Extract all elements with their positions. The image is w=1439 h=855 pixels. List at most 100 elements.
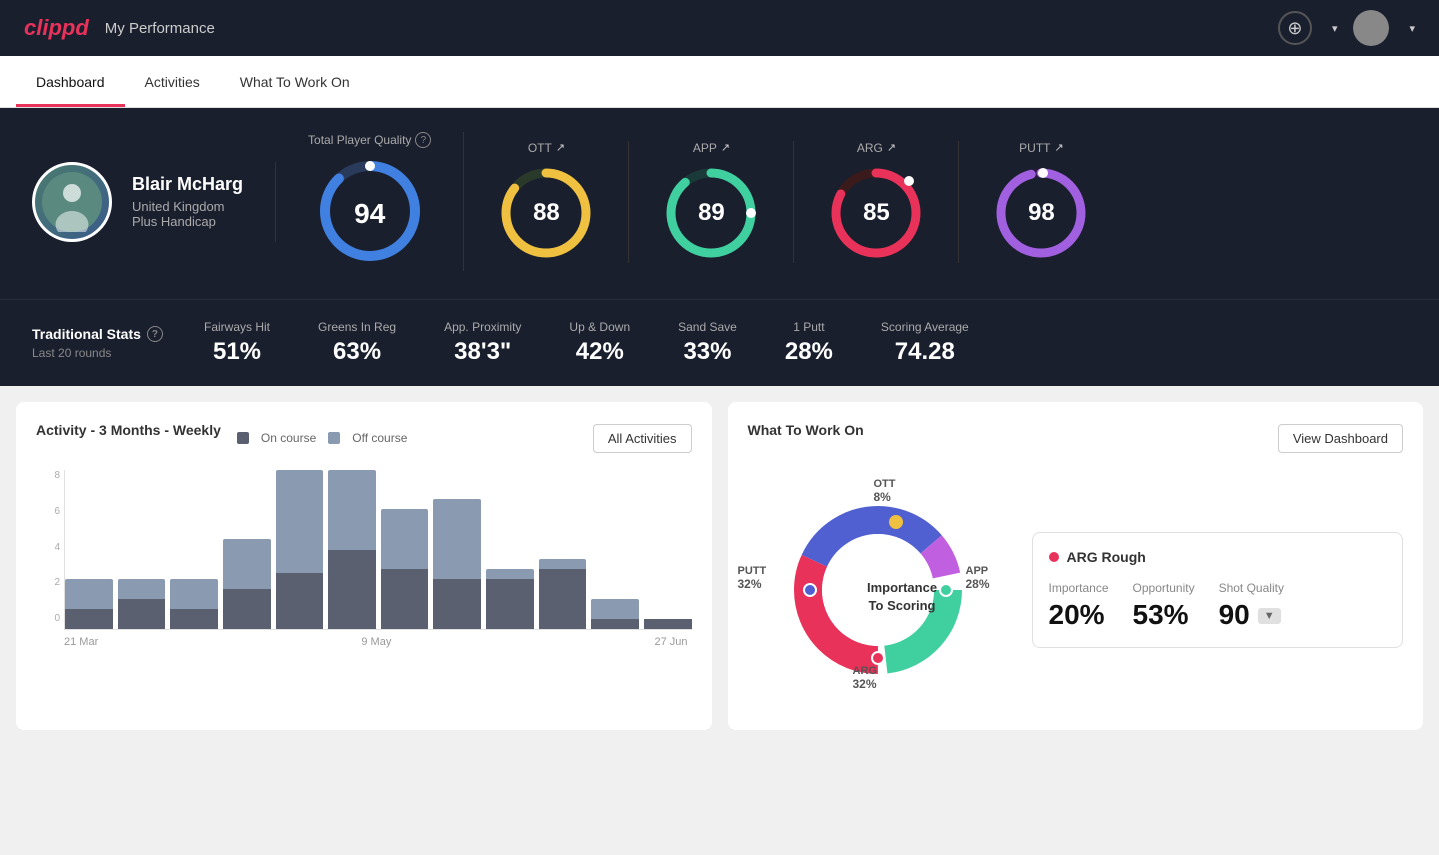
wtwo-detail-card: ARG Rough Importance 20% Opportunity 53%… bbox=[1032, 532, 1404, 648]
score-cards: OTT ↗ 88 APP ↗ bbox=[464, 141, 1123, 263]
ott-ring: 88 bbox=[496, 163, 596, 263]
putt-donut-label: PUTT32% bbox=[738, 565, 767, 591]
score-label-app: APP ↗ bbox=[693, 141, 730, 155]
stat-label: Up & Down bbox=[569, 320, 630, 334]
stat-fairways-hit: Fairways Hit 51% bbox=[204, 320, 270, 366]
bar-on bbox=[328, 550, 376, 630]
wtwo-stat-label: Shot Quality bbox=[1219, 581, 1284, 595]
add-button[interactable]: ⊕ bbox=[1278, 11, 1312, 45]
stat-greens-in-reg: Greens In Reg 63% bbox=[318, 320, 396, 366]
putt-ring: 98 bbox=[991, 163, 1091, 263]
stat-label: Greens In Reg bbox=[318, 320, 396, 334]
stat-label: Fairways Hit bbox=[204, 320, 270, 334]
info-icon[interactable]: ? bbox=[415, 132, 431, 148]
scores-section: Total Player Quality ? 94 OTT bbox=[276, 132, 1407, 271]
tab-dashboard[interactable]: Dashboard bbox=[16, 56, 125, 107]
stat-value: 74.28 bbox=[895, 338, 955, 366]
bar-on bbox=[223, 589, 271, 629]
bar-group bbox=[381, 470, 429, 629]
activity-panel-title: Activity - 3 Months - Weekly bbox=[36, 422, 221, 438]
bar-on bbox=[276, 573, 324, 629]
shot-quality-badge: ▼ bbox=[1258, 608, 1281, 624]
player-avatar bbox=[32, 162, 112, 242]
trad-label-title: Traditional Stats ? bbox=[32, 326, 172, 342]
player-country: United Kingdom bbox=[132, 199, 243, 214]
putt-value: 98 bbox=[1028, 199, 1055, 227]
bar-on bbox=[644, 619, 692, 629]
wtwo-stat-label: Opportunity bbox=[1133, 581, 1195, 595]
header-left: clippd My Performance bbox=[24, 15, 215, 41]
player-info: Blair McHarg United Kingdom Plus Handica… bbox=[32, 162, 276, 242]
stat-value: 38'3" bbox=[454, 338, 511, 366]
trad-stats-list: Fairways Hit 51% Greens In Reg 63% App. … bbox=[204, 320, 1407, 366]
hero-section: Blair McHarg United Kingdom Plus Handica… bbox=[0, 108, 1439, 299]
wtwo-stat-opportunity: Opportunity 53% bbox=[1133, 581, 1195, 631]
bar-off bbox=[486, 569, 534, 579]
bar-off bbox=[381, 509, 429, 569]
avatar bbox=[1353, 10, 1389, 46]
bar-off bbox=[223, 539, 271, 589]
header: clippd My Performance ⊕ ▾ ▾ bbox=[0, 0, 1439, 56]
player-name: Blair McHarg bbox=[132, 174, 243, 195]
header-title: My Performance bbox=[105, 20, 215, 37]
score-label-putt: PUTT ↗ bbox=[1019, 141, 1064, 155]
total-quality-value: 94 bbox=[354, 198, 385, 230]
bar-group bbox=[486, 470, 534, 629]
score-label-ott: OTT ↗ bbox=[528, 141, 565, 155]
bar-group bbox=[591, 470, 639, 629]
score-card-ott: OTT ↗ 88 bbox=[464, 141, 629, 263]
ott-donut-label: OTT8% bbox=[874, 478, 896, 504]
bar-group bbox=[118, 470, 166, 629]
bar-group bbox=[328, 470, 376, 629]
bar-on bbox=[170, 609, 218, 629]
activity-header-left: Activity - 3 Months - Weekly On course O… bbox=[36, 422, 407, 454]
bar-group bbox=[644, 470, 692, 629]
total-quality: Total Player Quality ? 94 bbox=[308, 132, 464, 271]
wtwo-header: What To Work On View Dashboard bbox=[748, 422, 1404, 454]
stat-value: 28% bbox=[785, 338, 833, 366]
x-axis: 21 Mar 9 May 27 Jun bbox=[64, 636, 692, 648]
stat-app-proximity: App. Proximity 38'3" bbox=[444, 320, 521, 366]
nav-tabs: Dashboard Activities What To Work On bbox=[0, 56, 1439, 108]
y-label-0: 0 bbox=[36, 613, 60, 624]
bar-on bbox=[381, 569, 429, 629]
tab-activities[interactable]: Activities bbox=[125, 56, 220, 107]
wtwo-stat-label: Importance bbox=[1049, 581, 1109, 595]
logo: clippd bbox=[24, 15, 89, 41]
tab-what-to-work-on[interactable]: What To Work On bbox=[220, 56, 370, 107]
y-label-4: 4 bbox=[36, 542, 60, 553]
wtwo-stat-importance: Importance 20% bbox=[1049, 581, 1109, 631]
y-label-6: 6 bbox=[36, 506, 60, 517]
all-activities-button[interactable]: All Activities bbox=[593, 424, 692, 453]
total-quality-ring: 94 bbox=[315, 156, 425, 271]
bar-off bbox=[539, 559, 587, 569]
bars-area bbox=[64, 470, 692, 630]
stat-up-down: Up & Down 42% bbox=[569, 320, 630, 366]
wtwo-stat-shot-quality: Shot Quality 90 ▼ bbox=[1219, 581, 1284, 631]
ott-value: 88 bbox=[533, 199, 560, 227]
hero-top: Blair McHarg United Kingdom Plus Handica… bbox=[32, 132, 1407, 271]
stat-value: 51% bbox=[213, 338, 261, 366]
trad-info-icon[interactable]: ? bbox=[147, 326, 163, 342]
stat-label: Sand Save bbox=[678, 320, 737, 334]
bar-on bbox=[65, 609, 113, 629]
x-label-jun: 27 Jun bbox=[654, 636, 687, 648]
user-avatar-button[interactable] bbox=[1353, 10, 1389, 46]
on-course-dot bbox=[237, 432, 249, 444]
arg-donut-label: ARG32% bbox=[853, 665, 877, 691]
bottom-section: Activity - 3 Months - Weekly On course O… bbox=[0, 386, 1439, 746]
stat-value: 63% bbox=[333, 338, 381, 366]
app-ring: 89 bbox=[661, 163, 761, 263]
avatar-image bbox=[42, 172, 102, 232]
arrow-icon-ott: ↗ bbox=[556, 141, 565, 154]
bar-on bbox=[118, 599, 166, 629]
stat-label: App. Proximity bbox=[444, 320, 521, 334]
bar-group bbox=[223, 470, 271, 629]
score-card-arg: ARG ↗ 85 bbox=[794, 141, 959, 263]
what-to-work-on-panel: What To Work On View Dashboard bbox=[728, 402, 1424, 730]
view-dashboard-button[interactable]: View Dashboard bbox=[1278, 424, 1403, 453]
bar-group bbox=[170, 470, 218, 629]
wtwo-stat-value: 90 bbox=[1219, 599, 1250, 631]
plus-icon: ⊕ bbox=[1287, 18, 1302, 39]
donut-center-text: ImportanceTo Scoring bbox=[867, 579, 937, 615]
